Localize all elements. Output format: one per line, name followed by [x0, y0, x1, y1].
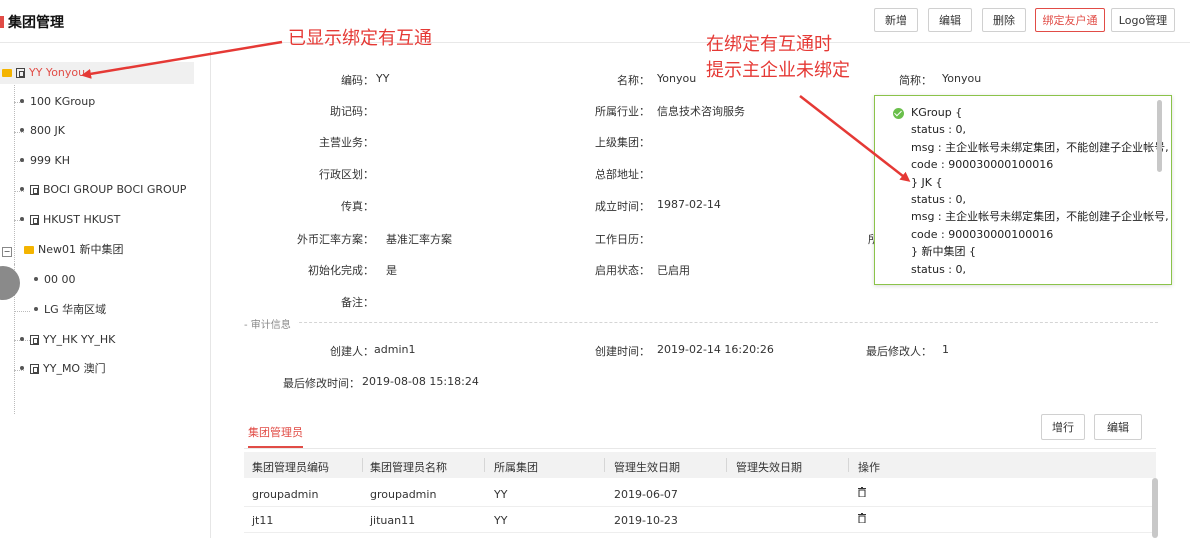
arrow-to-tree-node [81, 40, 283, 79]
arrow-to-notification [799, 95, 911, 182]
annotation-arrows [81, 40, 911, 182]
